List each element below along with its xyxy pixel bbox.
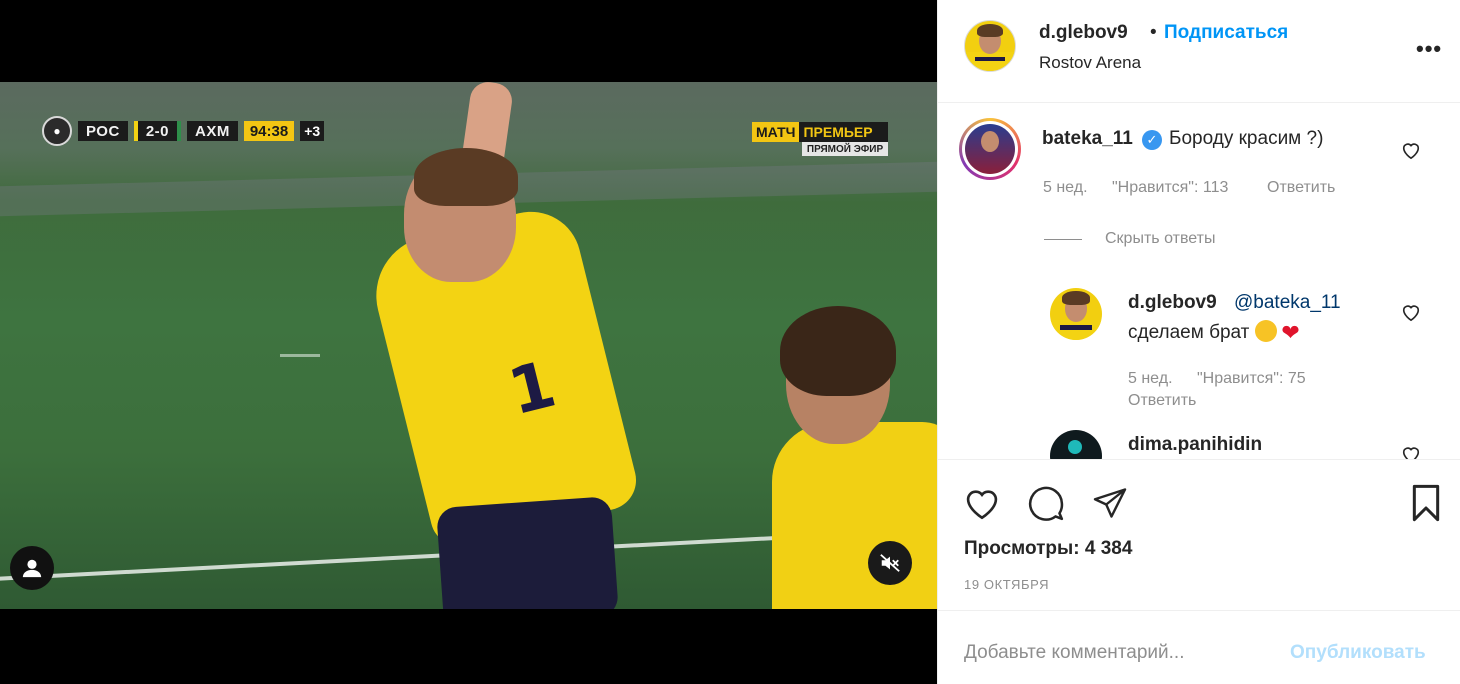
reply-reply-button[interactable]: Ответить [1128, 392, 1196, 410]
follow-button[interactable]: Подписаться [1164, 22, 1288, 44]
comment-age[interactable]: 5 нед. [1043, 179, 1088, 197]
comments-list[interactable]: bateka_11 ✓ Бороду красим ?) 5 нед. "Нра… [938, 104, 1460, 460]
match-score: 2-0 [133, 121, 181, 141]
reply-age[interactable]: 5 нед. [1128, 370, 1173, 388]
mute-button[interactable] [868, 541, 912, 585]
comment-composer: Опубликовать [938, 612, 1460, 684]
reply-likes[interactable]: "Нравится": 75 [1197, 370, 1306, 388]
verified-badge-icon: ✓ [1142, 130, 1162, 150]
video-frame[interactable]: 1 [0, 82, 937, 609]
scoreboard: ● РОС 2-0 АХМ 94:38 +3 [42, 116, 325, 146]
comment-button[interactable] [1026, 483, 1066, 523]
reply-like-heart-icon[interactable] [1400, 444, 1422, 460]
post-side-panel: d.glebov9 • Подписаться Rostov Arena •••… [937, 0, 1460, 684]
commenter-avatar[interactable] [959, 118, 1021, 180]
smile-emoji-icon [1255, 320, 1278, 342]
player-hair [414, 148, 518, 206]
post-location[interactable]: Rostov Arena [1039, 53, 1141, 73]
added-time: +3 [300, 121, 325, 141]
separator-dot: • [1150, 22, 1157, 43]
pitch-marking [280, 354, 320, 357]
channel-logo: МАТЧ ПРЕМЬЕР ПРЯМОЙ ЭФИР [752, 122, 888, 156]
author-avatar[interactable] [964, 20, 1016, 72]
comment-like-heart-icon[interactable] [1400, 140, 1422, 160]
second-player-jersey [772, 422, 937, 609]
home-team: РОС [78, 121, 128, 141]
reply-text-content: сделаем брат [1128, 322, 1250, 343]
view-count[interactable]: Просмотры: 4 384 [964, 538, 1132, 560]
second-player-hair [780, 306, 896, 396]
reply-mention[interactable]: @bateka_11 [1234, 292, 1341, 314]
like-button[interactable] [962, 483, 1002, 523]
post-header: d.glebov9 • Подписаться Rostov Arena ••• [938, 0, 1460, 103]
hide-replies-button[interactable]: Скрыть ответы [1105, 230, 1215, 248]
league-logo-icon: ● [42, 116, 72, 146]
speaker-muted-icon [880, 554, 900, 572]
reply-avatar[interactable] [1050, 430, 1102, 459]
comment-bubble-icon [1028, 486, 1064, 521]
video-player[interactable]: 1 ● РОС 2-0 АХМ 94:38 +3 МАТЧ ПРЕМЬЕР ПР… [0, 0, 937, 684]
bookmark-icon [1412, 484, 1440, 522]
save-button[interactable] [1406, 483, 1446, 523]
comment-text: Бороду красим ?) [1169, 128, 1324, 149]
user-icon [22, 559, 42, 578]
away-team: АХМ [187, 121, 238, 141]
reply-username[interactable]: d.glebov9 [1128, 292, 1217, 314]
post-actions: Просмотры: 4 384 19 ОКТЯБРЯ [938, 461, 1460, 611]
more-options-icon[interactable]: ••• [1416, 36, 1442, 62]
player-shorts [436, 496, 619, 609]
hide-replies-line [1044, 239, 1082, 240]
channel-logo-premier: ПРЕМЬЕР [799, 122, 888, 142]
heart-icon [966, 490, 998, 520]
post-date: 19 ОКТЯБРЯ [964, 577, 1050, 592]
publish-button[interactable]: Опубликовать [1290, 642, 1426, 664]
reply-text: сделаем брат ❤ [1128, 320, 1300, 346]
author-username[interactable]: d.glebov9 [1039, 22, 1128, 44]
comment-likes[interactable]: "Нравится": 113 [1112, 179, 1228, 197]
comment-input[interactable] [964, 642, 1264, 664]
red-heart-emoji-icon: ❤ [1281, 320, 1300, 345]
tagged-users-button[interactable] [10, 546, 54, 590]
paper-plane-icon [1093, 488, 1127, 518]
reply-username[interactable]: dima.panihidin [1128, 434, 1262, 456]
comment-username[interactable]: bateka_11 [1042, 128, 1133, 150]
share-button[interactable] [1090, 483, 1130, 523]
live-label: ПРЯМОЙ ЭФИР [802, 142, 888, 156]
channel-logo-match: МАТЧ [752, 122, 800, 142]
match-clock: 94:38 [243, 121, 295, 141]
reply-like-heart-icon[interactable] [1400, 302, 1422, 322]
reply-avatar[interactable] [1050, 288, 1102, 340]
comment-reply-button[interactable]: Ответить [1267, 179, 1335, 197]
